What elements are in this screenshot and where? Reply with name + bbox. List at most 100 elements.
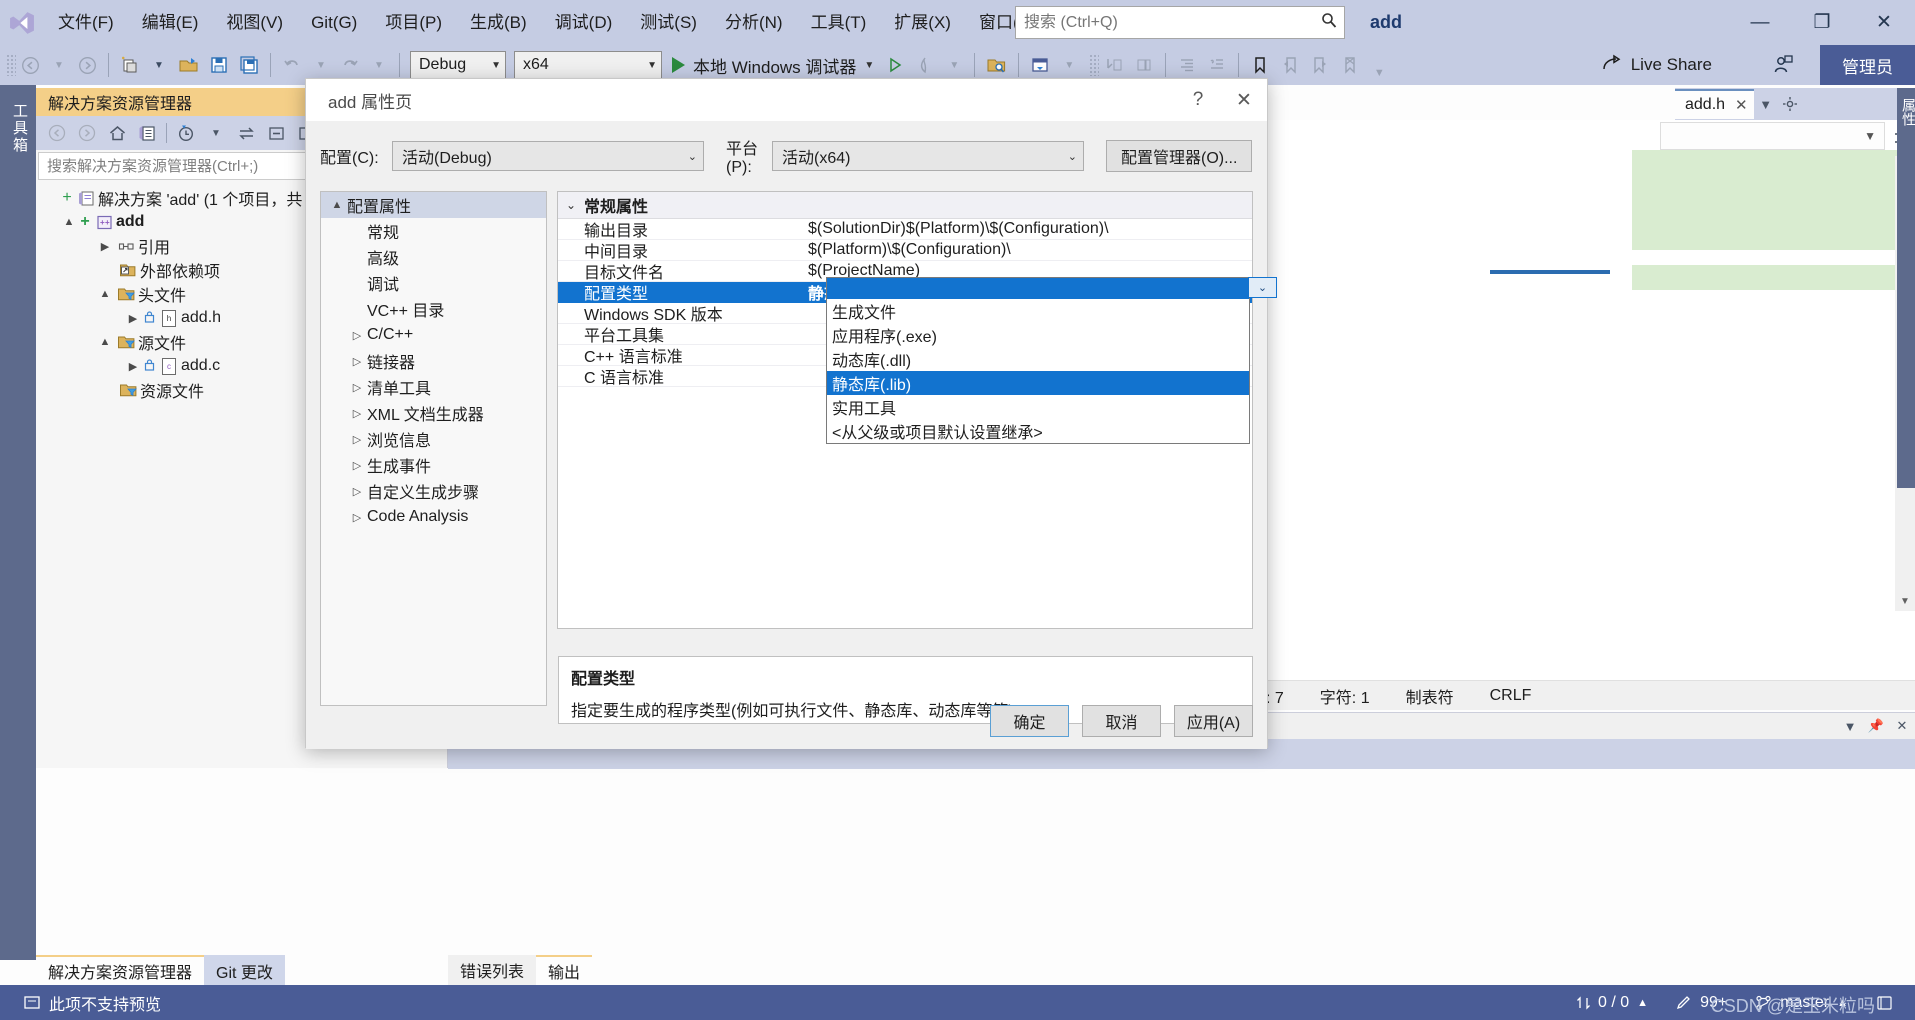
close-icon[interactable]: ✕ (1221, 79, 1267, 121)
navigate-forward-icon[interactable] (73, 45, 102, 85)
category-code-analysis[interactable]: ▷ Code Analysis (321, 504, 546, 530)
toolbar-grip[interactable] (6, 54, 16, 76)
solution-configuration-combo[interactable]: Debug ▼ (410, 51, 506, 79)
restore-button[interactable]: ❐ (1791, 0, 1853, 45)
twisty-collapsed-icon[interactable]: ▶ (124, 360, 142, 373)
pin-icon[interactable]: 📌 (1863, 713, 1889, 739)
configuration-type-dropdown[interactable]: 生成文件 应用程序(.exe) 动态库(.dll) 静态库(.lib) 实用工具… (826, 277, 1250, 444)
next-bookmark-icon[interactable] (1305, 45, 1335, 85)
property-row-output-directory[interactable]: 输出目录 $(SolutionDir)$(Platform)\$(Configu… (558, 219, 1252, 240)
menu-git[interactable]: Git(G) (297, 0, 371, 45)
category-vcpp-directories[interactable]: VC++ 目录 (321, 296, 546, 322)
menu-tools[interactable]: 工具(T) (797, 0, 881, 45)
chevron-down-icon[interactable]: ▼ (1837, 713, 1863, 739)
category-browse-information[interactable]: ▷ 浏览信息 (321, 426, 546, 452)
twisty-collapsed-icon[interactable]: ▷ (347, 511, 367, 524)
dropdown-option-makefile[interactable]: 生成文件 (827, 299, 1249, 323)
platform-combo[interactable]: 活动(x64) ⌄ (772, 141, 1084, 171)
solution-platform-combo[interactable]: x64 ▼ (514, 51, 662, 79)
twisty-collapsed-icon[interactable]: ▷ (347, 329, 367, 342)
menu-extensions[interactable]: 扩展(X) (880, 0, 965, 45)
twisty-collapsed-icon[interactable]: ▷ (347, 459, 367, 472)
global-search[interactable] (1015, 6, 1345, 39)
twisty-expanded-icon[interactable]: ▲ (60, 216, 78, 228)
live-share-button[interactable]: Live Share (1593, 45, 1720, 85)
tab-output[interactable]: 输出 (536, 955, 593, 985)
account-manager-icon[interactable] (1761, 45, 1805, 85)
menu-edit[interactable]: 编辑(E) (128, 0, 213, 45)
property-row-intermediate-directory[interactable]: 中间目录 $(Platform)\$(Configuration)\ (558, 240, 1252, 261)
property-value[interactable]: $(Platform)\$(Configuration)\ (804, 241, 1252, 259)
toolbox-strip[interactable]: 工具箱 (0, 85, 36, 960)
sync-status[interactable]: 0 / 0 ▲ (1562, 985, 1662, 1020)
twisty-collapsed-icon[interactable]: ▷ (347, 485, 367, 498)
properties-strip[interactable]: 属性 (1897, 88, 1915, 488)
twisty-expanded-icon[interactable]: ▲ (327, 199, 347, 211)
navigate-back-dropdown-icon[interactable]: ▼ (45, 45, 73, 85)
twisty-collapsed-icon[interactable]: ▶ (96, 240, 114, 253)
dropdown-option-application-exe[interactable]: 应用程序(.exe) (827, 323, 1249, 347)
twisty-collapsed-icon[interactable]: ▷ (347, 433, 367, 446)
forward-arrow-icon[interactable] (72, 118, 102, 148)
help-button[interactable]: ? (1175, 79, 1221, 121)
menu-test[interactable]: 测试(S) (626, 0, 711, 45)
twisty-collapsed-icon[interactable]: ▶ (124, 312, 142, 325)
category-general[interactable]: 常规 (321, 218, 546, 244)
category-c-cpp[interactable]: ▷ C/C++ (321, 322, 546, 348)
dropdown-option-inherit-from-parent[interactable]: <从父级或项目默认设置继承> (827, 419, 1249, 443)
menu-build[interactable]: 生成(B) (456, 0, 541, 45)
collapse-all-icon[interactable] (261, 118, 291, 148)
home-icon[interactable] (102, 118, 132, 148)
navigate-back-icon[interactable] (16, 45, 45, 85)
scroll-down-icon[interactable]: ▼ (1895, 591, 1915, 611)
close-button[interactable]: ✕ (1853, 0, 1915, 45)
cancel-button[interactable]: 取消 (1082, 705, 1161, 737)
dropdown-option-utility[interactable]: 实用工具 (827, 395, 1249, 419)
menu-project[interactable]: 项目(P) (371, 0, 456, 45)
new-project-icon[interactable] (115, 45, 145, 85)
twisty-collapsed-icon[interactable]: ▷ (347, 407, 367, 420)
menu-view[interactable]: 视图(V) (212, 0, 297, 45)
tab-list-chevron-down-icon[interactable]: ▼ (1754, 89, 1778, 119)
twisty-collapsed-icon[interactable]: ▷ (347, 355, 367, 368)
dropdown-option-dynamic-library-dll[interactable]: 动态库(.dll) (827, 347, 1249, 371)
dropdown-option-static-library-lib[interactable]: 静态库(.lib) (827, 371, 1249, 395)
open-file-icon[interactable] (173, 45, 204, 85)
category-configuration-properties[interactable]: ▲ 配置属性 (321, 192, 546, 218)
undo-icon[interactable] (277, 45, 307, 85)
editor-breadcrumb[interactable]: ▼ (1660, 122, 1885, 150)
menu-debug[interactable]: 调试(D) (541, 0, 627, 45)
twisty-expanded-icon[interactable]: ▲ (96, 288, 114, 300)
apply-button[interactable]: 应用(A) (1174, 705, 1253, 737)
category-build-events[interactable]: ▷ 生成事件 (321, 452, 546, 478)
property-value[interactable]: $(SolutionDir)$(Platform)\$(Configuratio… (804, 220, 1252, 238)
sync-with-active-doc-icon[interactable] (231, 118, 261, 148)
twisty-collapsed-icon[interactable]: ▷ (347, 381, 367, 394)
save-icon[interactable] (204, 45, 234, 85)
toolbar-grip-2[interactable] (1089, 54, 1100, 76)
category-custom-build-step[interactable]: ▷ 自定义生成步骤 (321, 478, 546, 504)
menu-analyze[interactable]: 分析(N) (711, 0, 797, 45)
tab-git-changes[interactable]: Git 更改 (204, 955, 285, 985)
category-manifest-tool[interactable]: ▷ 清单工具 (321, 374, 546, 400)
chevron-down-icon[interactable]: ▼ (201, 118, 231, 148)
search-input[interactable] (1016, 8, 1314, 37)
category-linker[interactable]: ▷ 链接器 (321, 348, 546, 374)
close-icon[interactable]: ✕ (1735, 96, 1748, 114)
save-all-icon[interactable] (234, 45, 264, 85)
minimize-button[interactable]: — (1729, 0, 1791, 45)
new-project-dropdown-icon[interactable]: ▼ (145, 45, 173, 85)
configuration-manager-button[interactable]: 配置管理器(O)... (1106, 140, 1253, 172)
pending-changes-icon[interactable] (171, 118, 201, 148)
tab-error-list[interactable]: 错误列表 (448, 955, 537, 985)
tab-solution-explorer[interactable]: 解决方案资源管理器 (36, 955, 205, 985)
back-arrow-icon[interactable] (42, 118, 72, 148)
ok-button[interactable]: 确定 (990, 705, 1069, 737)
configuration-combo[interactable]: 活动(Debug) ⌄ (392, 141, 704, 171)
previous-bookmark-icon[interactable] (1275, 45, 1305, 85)
gear-icon[interactable] (1778, 89, 1802, 119)
menu-file[interactable]: 文件(F) (44, 0, 128, 45)
solution-view-icon[interactable] (132, 118, 162, 148)
twisty-expanded-icon[interactable]: ▲ (96, 336, 114, 348)
clear-bookmarks-icon[interactable] (1335, 45, 1365, 85)
